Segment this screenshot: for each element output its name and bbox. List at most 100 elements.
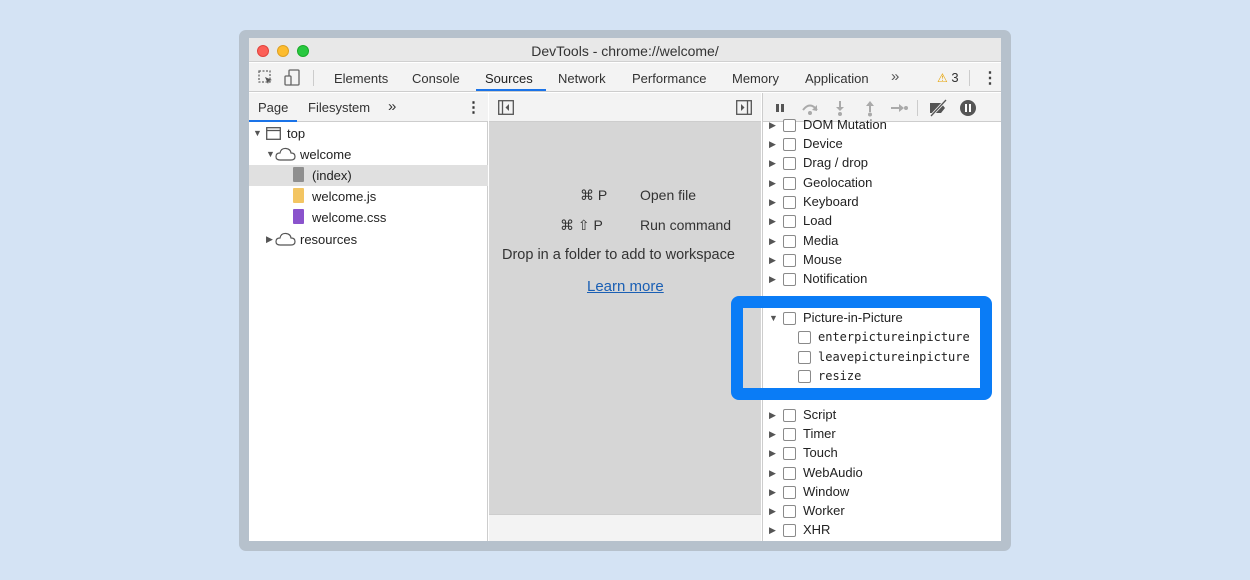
tab-performance[interactable]: Performance [632, 71, 706, 86]
tree-item-top[interactable]: ▼ top [249, 123, 488, 144]
learn-more-link[interactable]: Learn more [587, 278, 664, 295]
breakpoint-checkbox[interactable] [783, 428, 796, 441]
expand-triangle-icon: ▶ [769, 274, 776, 284]
expand-triangle-icon: ▶ [769, 139, 776, 149]
deactivate-breakpoints-icon[interactable] [927, 98, 948, 118]
open-file-label: Open file [640, 187, 697, 203]
breakpoint-checkbox[interactable] [783, 409, 796, 422]
breakpoint-checkbox[interactable] [783, 235, 796, 248]
breakpoint-checkbox[interactable] [783, 273, 796, 286]
breakpoint-category-webaudio[interactable]: ▶ WebAudio [763, 464, 1001, 483]
tab-filesystem[interactable]: Filesystem [308, 100, 370, 115]
navigator-panel: Page Filesystem » ⋮ ▼ top ▼ welcome (ind… [249, 93, 488, 541]
device-toolbar-icon[interactable] [283, 68, 303, 88]
breakpoint-category-script[interactable]: ▶ Script [763, 406, 1001, 425]
breakpoint-category-window[interactable]: ▶ Window [763, 483, 1001, 502]
breakpoint-label: Geolocation [803, 175, 873, 190]
breakpoint-checkbox[interactable] [783, 486, 796, 499]
tab-application[interactable]: Application [805, 71, 869, 86]
breakpoint-label: WebAudio [803, 465, 863, 480]
navigator-menu-icon[interactable]: ⋮ [466, 98, 481, 116]
breakpoint-category-dom-mutation[interactable]: ▶ DOM Mutation [763, 116, 1001, 135]
breakpoint-label: Worker [803, 503, 845, 518]
toggle-debugger-icon[interactable] [736, 100, 752, 118]
tree-label: welcome [300, 147, 352, 162]
breakpoint-category-load[interactable]: ▶ Load [763, 212, 1001, 231]
breakpoint-category-notification[interactable]: ▶ Notification [763, 270, 1001, 289]
tab-elements[interactable]: Elements [334, 71, 388, 86]
breakpoint-checkbox[interactable] [783, 138, 796, 151]
breakpoint-label: Touch [803, 445, 838, 460]
step-icon[interactable] [889, 99, 908, 117]
expand-triangle-icon: ▶ [769, 448, 776, 458]
script-file-icon [293, 188, 304, 203]
breakpoint-category-geolocation[interactable]: ▶ Geolocation [763, 174, 1001, 193]
breakpoint-label: Notification [803, 271, 868, 286]
tree-item-welcome-js[interactable]: welcome.js [249, 186, 488, 207]
pause-on-exceptions-icon[interactable] [959, 99, 977, 117]
main-toolbar: Elements Console Sources Network Perform… [249, 63, 1001, 92]
expand-triangle-icon: ▶ [769, 178, 776, 188]
breakpoint-category-timer[interactable]: ▶ Timer [763, 425, 1001, 444]
breakpoint-category-media[interactable]: ▶ Media [763, 232, 1001, 251]
expand-triangle-icon: ▶ [769, 236, 776, 246]
breakpoint-checkbox[interactable] [783, 524, 796, 537]
breakpoint-checkbox[interactable] [783, 196, 796, 209]
tree-item-welcome-css[interactable]: welcome.css [249, 207, 488, 228]
warnings-counter[interactable]: ⚠ 3 [937, 70, 959, 85]
breakpoint-label: Load [803, 213, 832, 228]
open-file-shortcut-keys: ⌘ P [580, 187, 608, 203]
breakpoint-checkbox[interactable] [783, 447, 796, 460]
breakpoint-category-touch[interactable]: ▶ Touch [763, 444, 1001, 463]
breakpoint-category-xhr[interactable]: ▶ XHR [763, 521, 1001, 540]
breakpoint-category-keyboard[interactable]: ▶ Keyboard [763, 193, 1001, 212]
document-file-icon [293, 167, 304, 182]
expand-triangle-icon: ▶ [769, 410, 776, 420]
frame-icon [266, 127, 281, 143]
expand-triangle-icon: ▼ [253, 128, 262, 138]
breakpoint-category-worker[interactable]: ▶ Worker [763, 502, 1001, 521]
toggle-navigator-icon[interactable] [498, 100, 514, 118]
tree-item-resources[interactable]: ▶ resources [249, 229, 488, 250]
tree-label: top [287, 126, 306, 141]
drop-folder-hint: Drop in a folder to add to workspace [502, 247, 735, 263]
customize-menu-icon[interactable]: ⋮ [982, 68, 998, 88]
collapse-triangle-icon: ▶ [266, 234, 273, 244]
breakpoint-checkbox[interactable] [783, 157, 796, 170]
cloud-icon [275, 232, 296, 249]
breakpoint-checkbox[interactable] [783, 119, 796, 132]
step-over-icon[interactable] [800, 99, 818, 117]
step-into-icon[interactable] [831, 99, 849, 117]
breakpoint-category-mouse[interactable]: ▶ Mouse [763, 251, 1001, 270]
expand-triangle-icon: ▶ [769, 429, 776, 439]
breakpoint-checkbox[interactable] [783, 177, 796, 190]
breakpoint-checkbox[interactable] [783, 254, 796, 267]
active-navigator-tab-indicator [249, 120, 297, 122]
tree-label: (index) [312, 168, 352, 183]
breakpoint-checkbox[interactable] [783, 505, 796, 518]
breakpoint-checkbox[interactable] [783, 467, 796, 480]
more-tabs-button[interactable]: » [891, 68, 899, 85]
expand-triangle-icon: ▶ [769, 487, 776, 497]
breakpoint-category-device[interactable]: ▶ Device [763, 135, 1001, 154]
tab-page[interactable]: Page [258, 100, 288, 115]
picture-in-picture-highlight-box [731, 296, 992, 400]
tree-item-welcome[interactable]: ▼ welcome [249, 144, 488, 165]
inspect-element-icon[interactable] [256, 68, 276, 88]
breakpoint-label: Media [803, 233, 839, 248]
tab-memory[interactable]: Memory [732, 71, 779, 86]
tab-console[interactable]: Console [412, 71, 460, 86]
breakpoint-checkbox[interactable] [783, 215, 796, 228]
pause-icon[interactable] [771, 99, 789, 117]
expand-triangle-icon: ▼ [266, 149, 275, 159]
toolbar-separator [969, 70, 970, 86]
more-navigator-tabs-button[interactable]: » [388, 98, 396, 115]
stylesheet-file-icon [293, 209, 304, 224]
tab-network[interactable]: Network [558, 71, 606, 86]
tree-item-index[interactable]: (index) [249, 165, 488, 186]
breakpoint-label: Script [803, 407, 837, 422]
tab-sources[interactable]: Sources [485, 71, 533, 86]
breakpoint-label: Mouse [803, 252, 843, 267]
step-out-icon[interactable] [861, 99, 879, 117]
breakpoint-category-drag-drop[interactable]: ▶ Drag / drop [763, 154, 1001, 173]
